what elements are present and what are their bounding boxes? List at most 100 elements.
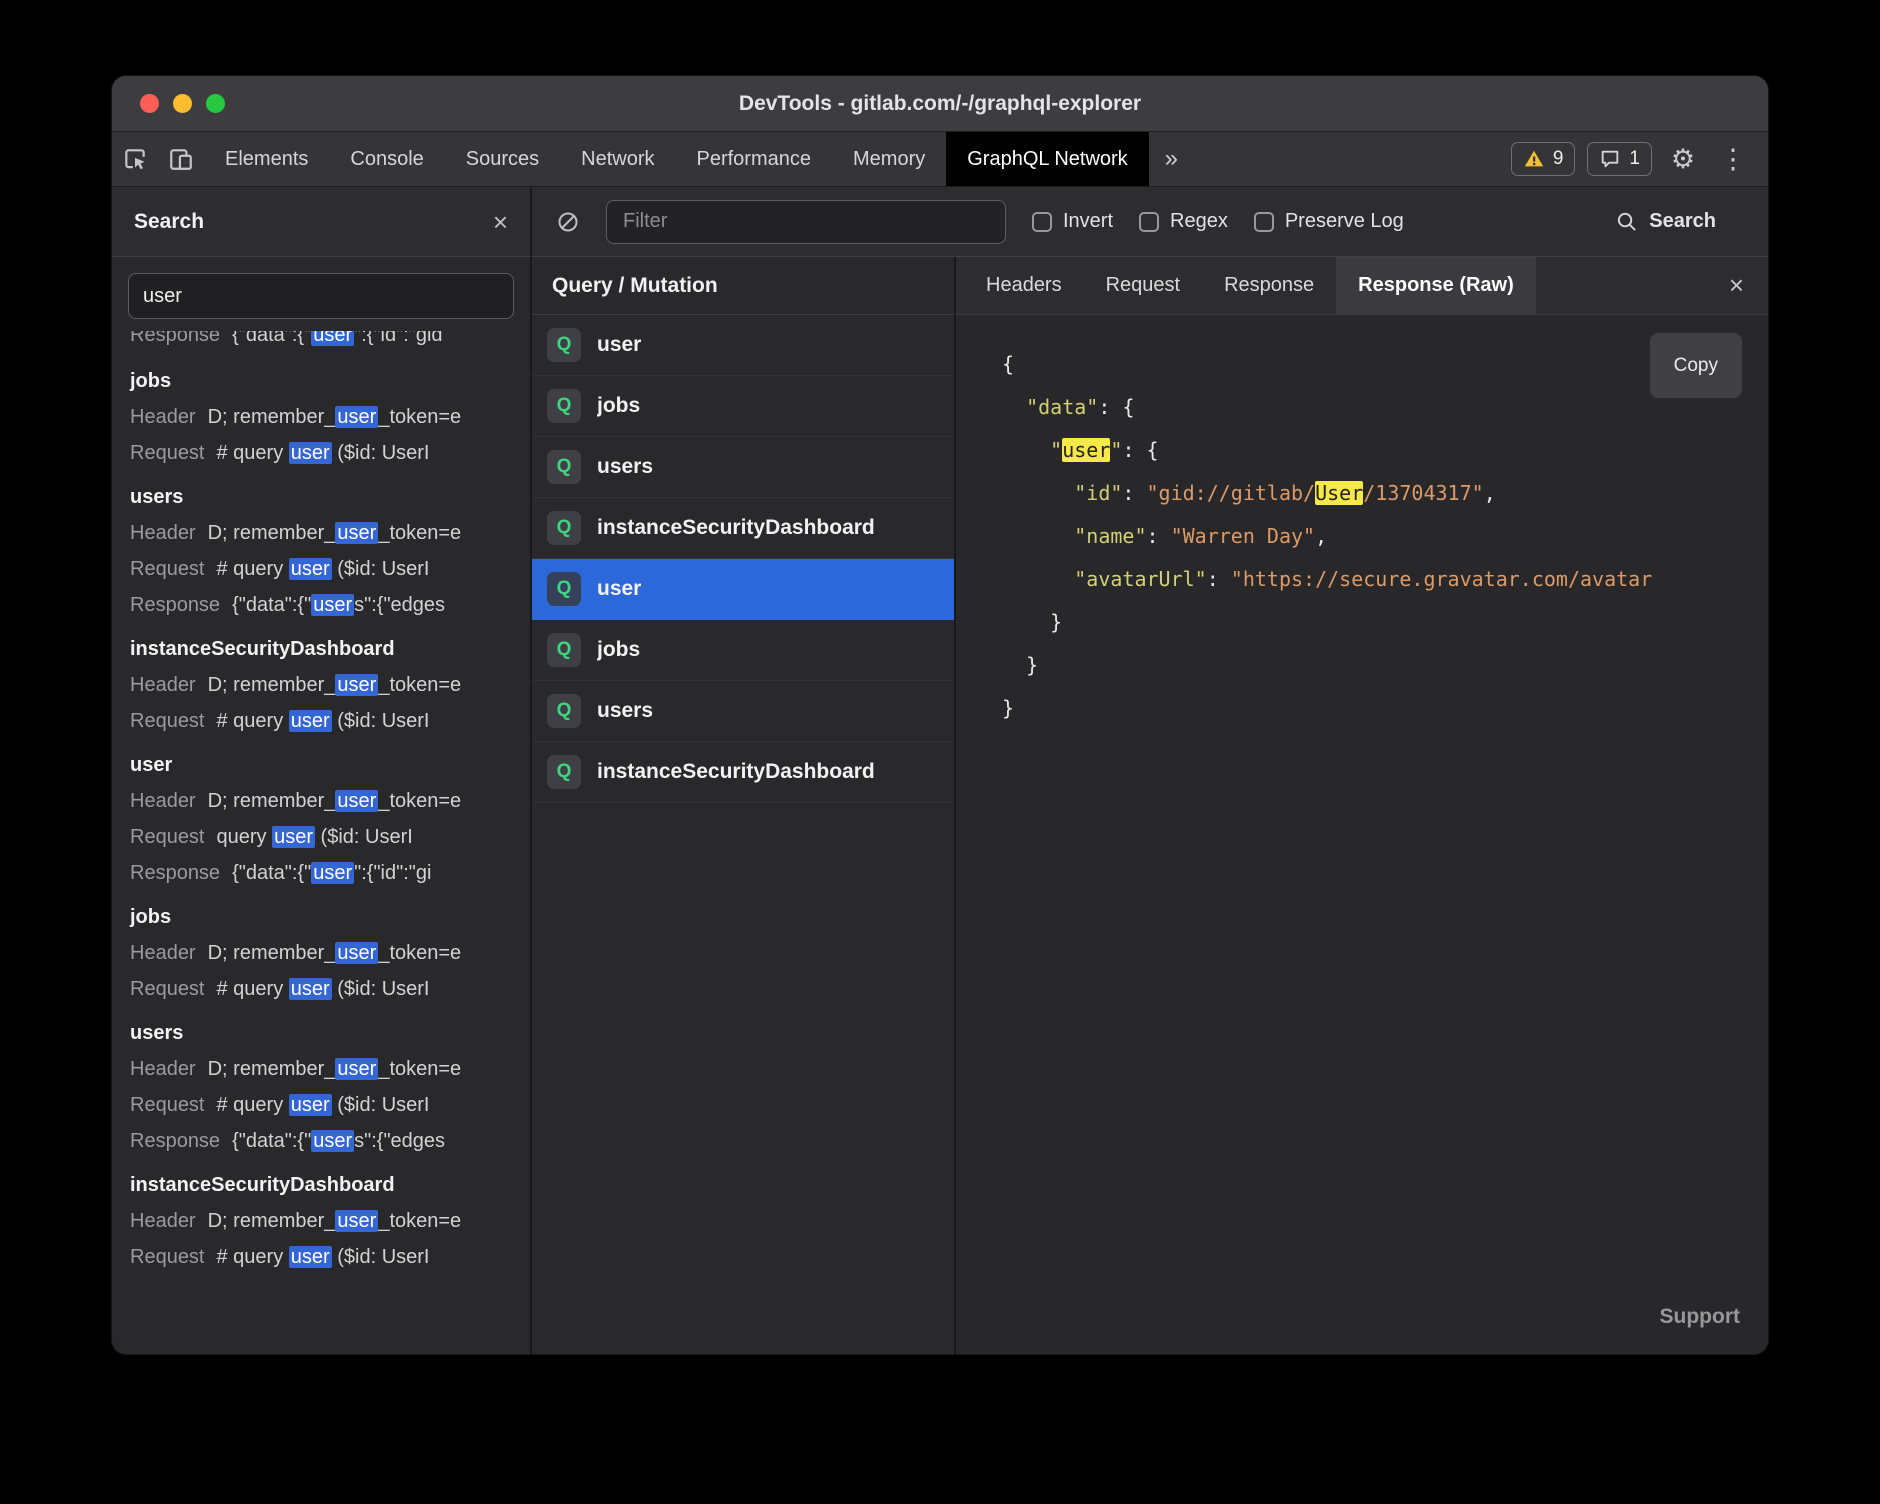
search-result-group: jobsHeaderD; remember_user_token=eReques… <box>130 363 512 471</box>
inspect-element-button[interactable] <box>112 132 158 186</box>
json-line: "data": { <box>1002 386 1748 429</box>
tab-graphql-network[interactable]: GraphQL Network <box>946 132 1148 186</box>
query-list-item[interactable]: Quser <box>532 315 954 376</box>
regex-checkbox[interactable]: Regex <box>1139 210 1228 233</box>
filter-input[interactable] <box>606 200 1006 244</box>
settings-button[interactable]: ⚙ <box>1664 144 1702 175</box>
more-tabs-button[interactable]: » <box>1149 132 1194 186</box>
tab-sources[interactable]: Sources <box>445 132 560 186</box>
search-result-line[interactable]: Request# query user ($id: UserI <box>130 1087 512 1123</box>
search-panel-header: Search × <box>112 187 530 257</box>
query-list-item[interactable]: Quser <box>532 559 954 620</box>
response-raw-view: { "data": { "user": { "id": "gid://gitla… <box>956 315 1768 1354</box>
search-result-line[interactable]: Response{"data":{"users":{"edges <box>130 587 512 623</box>
issues-badge[interactable]: 1 <box>1587 142 1652 176</box>
message-count: 1 <box>1629 148 1640 170</box>
search-result-group-title[interactable]: users <box>130 479 512 515</box>
tab-network[interactable]: Network <box>560 132 675 186</box>
close-window-button[interactable] <box>140 94 159 113</box>
search-result-group-title[interactable]: instanceSecurityDashboard <box>130 1167 512 1203</box>
tab-memory[interactable]: Memory <box>832 132 946 186</box>
search-result-line[interactable]: Request# query user ($id: UserI <box>130 1239 512 1275</box>
close-search-panel-button[interactable]: × <box>493 209 508 235</box>
query-list-item[interactable]: Qusers <box>532 437 954 498</box>
detail-panel: HeadersRequestResponseResponse (Raw) × {… <box>956 257 1768 1354</box>
close-detail-panel-button[interactable]: × <box>1705 257 1768 314</box>
search-result-group-title[interactable]: user <box>130 747 512 783</box>
tab-performance[interactable]: Performance <box>676 132 833 186</box>
preserve-log-checkbox[interactable]: Preserve Log <box>1254 210 1404 233</box>
device-toolbar-icon <box>168 146 194 172</box>
copy-button[interactable]: Copy <box>1650 333 1742 398</box>
detail-tabs-row: HeadersRequestResponseResponse (Raw) × <box>956 257 1768 315</box>
devtools-tabbar: ElementsConsoleSourcesNetworkPerformance… <box>112 132 1768 187</box>
search-result-group-title[interactable]: jobs <box>130 899 512 935</box>
minimize-window-button[interactable] <box>173 94 192 113</box>
tab-console[interactable]: Console <box>329 132 444 186</box>
query-list-item[interactable]: Qjobs <box>532 376 954 437</box>
tab-elements[interactable]: Elements <box>204 132 329 186</box>
toolbar-search-button[interactable]: Search <box>1615 210 1744 233</box>
search-result-line[interactable]: Response{"data":{"user":{"id":"gi <box>130 855 512 891</box>
search-result-group-title[interactable]: users <box>130 1015 512 1051</box>
search-result-line[interactable]: HeaderD; remember_user_token=e <box>130 783 512 819</box>
query-list-item[interactable]: QinstanceSecurityDashboard <box>532 498 954 559</box>
search-result-line[interactable]: Request# query user ($id: UserI <box>130 971 512 1007</box>
query-type-badge: Q <box>547 328 581 362</box>
devtools-tabs: ElementsConsoleSourcesNetworkPerformance… <box>204 132 1149 186</box>
detail-tab-headers[interactable]: Headers <box>964 257 1084 314</box>
regex-label: Regex <box>1170 210 1228 233</box>
query-name: instanceSecurityDashboard <box>597 760 875 784</box>
query-list-item[interactable]: QinstanceSecurityDashboard <box>532 742 954 803</box>
support-link[interactable]: Support <box>1660 1295 1740 1338</box>
regex-checkbox-box <box>1139 212 1159 232</box>
preserve-log-checkbox-box <box>1254 212 1274 232</box>
query-type-badge: Q <box>547 755 581 789</box>
search-result-line[interactable]: Request# query user ($id: UserI <box>130 551 512 587</box>
json-line: "avatarUrl": "https://secure.gravatar.co… <box>1002 558 1748 601</box>
json-line: { <box>1002 343 1748 386</box>
search-result-line[interactable]: HeaderD; remember_user_token=e <box>130 935 512 971</box>
search-result-line[interactable]: HeaderD; remember_user_token=e <box>130 1051 512 1087</box>
lower-area: Query / Mutation QuserQjobsQusersQinstan… <box>532 257 1768 1354</box>
network-area: Invert Regex Preserve Log Search <box>532 187 1768 1354</box>
toolbar-search-label: Search <box>1649 210 1716 233</box>
json-line: } <box>1002 601 1748 644</box>
json-line: "user": { <box>1002 429 1748 472</box>
detail-tab-response-raw[interactable]: Response (Raw) <box>1336 257 1536 314</box>
search-result-group-title[interactable]: jobs <box>130 363 512 399</box>
search-result-group-title[interactable]: instanceSecurityDashboard <box>130 631 512 667</box>
filter-toolbar: Invert Regex Preserve Log Search <box>532 187 1768 257</box>
search-result-group: usersHeaderD; remember_user_token=eReque… <box>130 1015 512 1159</box>
invert-checkbox[interactable]: Invert <box>1032 210 1113 233</box>
search-panel-title: Search <box>134 210 204 234</box>
query-list-item[interactable]: Qjobs <box>532 620 954 681</box>
search-input[interactable] <box>128 273 514 319</box>
search-result-group: instanceSecurityDashboardHeaderD; rememb… <box>130 1167 512 1275</box>
clear-icon[interactable] <box>556 210 580 234</box>
warnings-badge[interactable]: 9 <box>1511 142 1576 176</box>
search-result-line[interactable]: Response{"data":{"user":{"id":"gid <box>130 331 512 353</box>
search-result-line[interactable]: HeaderD; remember_user_token=e <box>130 399 512 435</box>
device-toolbar-button[interactable] <box>158 132 204 186</box>
maximize-window-button[interactable] <box>206 94 225 113</box>
query-list-item[interactable]: Qusers <box>532 681 954 742</box>
kebab-menu-icon: ⋮ <box>1720 144 1747 175</box>
search-result-line[interactable]: HeaderD; remember_user_token=e <box>130 667 512 703</box>
query-type-badge: Q <box>547 572 581 606</box>
search-result-line[interactable]: Requestquery user ($id: UserI <box>130 819 512 855</box>
window-controls <box>112 94 225 113</box>
gear-icon: ⚙ <box>1671 144 1695 175</box>
search-result-line[interactable]: Request# query user ($id: UserI <box>130 435 512 471</box>
query-name: jobs <box>597 394 640 418</box>
search-result-line[interactable]: Response{"data":{"users":{"edges <box>130 1123 512 1159</box>
search-result-line[interactable]: HeaderD; remember_user_token=e <box>130 515 512 551</box>
detail-tab-response[interactable]: Response <box>1202 257 1336 314</box>
detail-tab-request[interactable]: Request <box>1084 257 1203 314</box>
devtools-menu-button[interactable]: ⋮ <box>1714 144 1752 175</box>
query-list: QuserQjobsQusersQinstanceSecurityDashboa… <box>532 315 954 1354</box>
invert-label: Invert <box>1063 210 1113 233</box>
search-result-line[interactable]: HeaderD; remember_user_token=e <box>130 1203 512 1239</box>
detail-tabs: HeadersRequestResponseResponse (Raw) <box>964 257 1536 314</box>
search-result-line[interactable]: Request# query user ($id: UserI <box>130 703 512 739</box>
